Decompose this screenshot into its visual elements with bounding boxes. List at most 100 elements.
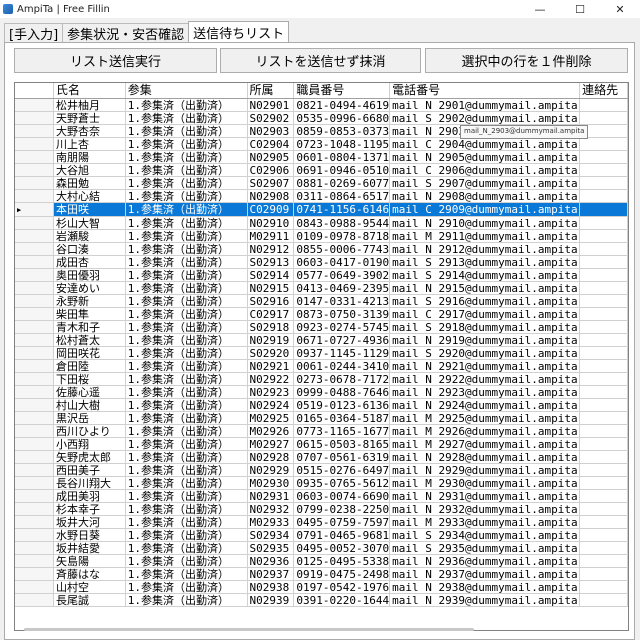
table-row[interactable]: 坂井大河 1.参集済（出勤済） M02933 0495-0759-7597 mail M… [15,515,628,529]
cell-attendance[interactable]: 1.参集済（出勤済） [125,346,248,360]
cell-department[interactable]: S02916 [247,294,295,308]
row-header[interactable] [15,216,54,230]
table-row[interactable]: 西田美子 1.参集済（出勤済） N02929 0515-0276-6497 mail N… [15,463,628,477]
cell-attendance[interactable]: 1.参集済（出勤済） [125,437,248,451]
row-header[interactable] [15,437,54,451]
cell-attendance[interactable]: 1.参集済（出勤済） [125,515,248,529]
cell-attendance[interactable]: 1.参集済（出勤済） [125,98,248,112]
cell-attendance[interactable]: 1.参集済（出勤済） [125,124,248,138]
cell-employee-id[interactable]: 0165-0364-5187 [293,411,391,425]
cell-department[interactable]: M02925 [247,411,295,425]
cell-contact[interactable] [579,98,628,112]
table-row[interactable]: 山村空 1.参集済（出勤済） N02938 0197-0542-1976 mail N … [15,580,628,594]
table-row[interactable]: 岡田咲花 1.参集済（出勤済） S02920 0937-1145-1129 mail S… [15,346,628,360]
table-row[interactable]: 大谷旭 1.参集済（出勤済） C02906 0691-0946-0510 mail C … [15,163,628,177]
cell-name[interactable]: 黒沢岳 [53,411,126,425]
cell-employee-id[interactable]: 0109-0978-8718 [293,229,391,243]
table-row[interactable]: 成田美羽 1.参集済（出勤済） N02931 0603-0074-6690 mail N… [15,489,628,503]
row-header[interactable] [15,98,54,112]
table-row[interactable]: 大村心結 1.参集済（出勤済） N02908 0311-0864-6517 mail N… [15,189,628,203]
cell-department[interactable]: S02913 [247,255,295,269]
cell-contact[interactable] [579,424,628,438]
cell-contact[interactable] [579,281,628,295]
cell-attendance[interactable]: 1.参集済（出勤済） [125,502,248,516]
cell-employee-id[interactable]: 0601-0804-1371 [293,150,391,164]
cell-department[interactable]: N02931 [247,489,295,503]
cell-employee-id[interactable]: 0495-0052-3070 [293,541,391,555]
cell-employee-id[interactable]: 0843-0988-9544 [293,216,391,230]
table-row[interactable]: 森田勉 1.参集済（出勤済） S02907 0881-0269-6077 mail S … [15,176,628,190]
row-header[interactable] [15,294,54,308]
cell-department[interactable]: C02909 [247,202,295,217]
cell-name[interactable]: 大谷旭 [53,163,126,177]
cell-phone[interactable]: mail S 2934@dummymail.ampita [389,528,581,542]
table-row[interactable]: 永野新 1.参集済（出勤済） S02916 0147-0331-4213 mail S … [15,294,628,308]
cell-phone[interactable]: mail M 2933@dummymail.ampita [389,515,581,529]
cell-name[interactable]: 岡田咲花 [53,346,126,360]
cell-department[interactable]: N02936 [247,554,295,568]
cell-name[interactable]: 西川ひより [53,424,126,438]
table-row[interactable]: 岩瀬駿 1.参集済（出勤済） M02911 0109-0978-8718 mail M … [15,229,628,243]
cell-attendance[interactable]: 1.参集済（出勤済） [125,150,248,164]
row-header[interactable] [15,346,54,360]
cell-attendance[interactable]: 1.参集済（出勤済） [125,593,248,607]
cell-employee-id[interactable]: 0691-0946-0510 [293,163,391,177]
cell-employee-id[interactable]: 0273-0678-7172 [293,372,391,386]
cell-contact[interactable] [579,450,628,464]
row-header[interactable]: ▶ [15,202,54,217]
cell-employee-id[interactable]: 0311-0864-6517 [293,189,391,203]
cell-employee-id[interactable]: 0873-0750-3139 [293,307,391,321]
cell-contact[interactable] [579,333,628,347]
cell-employee-id[interactable]: 0495-0759-7597 [293,515,391,529]
cell-contact[interactable] [579,163,628,177]
cell-phone[interactable]: mail N 2912@dummymail.ampita [389,242,581,256]
cell-contact[interactable] [579,502,628,516]
cell-phone[interactable]: mail M 2925@dummymail.ampita [389,411,581,425]
cell-contact[interactable] [579,554,628,568]
cell-phone[interactable]: mail N 2939@dummymail.ampita [389,593,581,607]
cell-department[interactable]: S02907 [247,176,295,190]
cell-phone[interactable]: mail N 2915@dummymail.ampita [389,281,581,295]
cell-department[interactable]: M02911 [247,229,295,243]
cell-contact[interactable] [579,150,628,164]
cell-name[interactable]: 岩瀬駿 [53,229,126,243]
table-row[interactable]: 黒沢岳 1.参集済（出勤済） M02925 0165-0364-5187 mail M … [15,411,628,425]
table-row[interactable]: 小西翔 1.参集済（出勤済） M02927 0615-0503-8165 mail M … [15,437,628,451]
cell-phone[interactable]: mail N 2924@dummymail.ampita [389,398,581,412]
row-header[interactable] [15,567,54,581]
cell-contact[interactable] [579,398,628,412]
cell-attendance[interactable]: 1.参集済（出勤済） [125,567,248,581]
row-header[interactable] [15,515,54,529]
cell-employee-id[interactable]: 0535-0996-6680 [293,111,391,125]
row-header[interactable] [15,411,54,425]
cell-phone[interactable]: mail N 2937@dummymail.ampita [389,567,581,581]
cell-name[interactable]: 永野新 [53,294,126,308]
row-header[interactable] [15,150,54,164]
cell-name[interactable]: 南朋陽 [53,150,126,164]
cell-employee-id[interactable]: 0937-1145-1129 [293,346,391,360]
row-header[interactable] [15,593,54,607]
row-header[interactable] [15,307,54,321]
delete-selected-row-button[interactable]: 選択中の行を１件削除 [425,48,628,73]
cell-attendance[interactable]: 1.参集済（出勤済） [125,385,248,399]
cell-phone[interactable]: mail S 2916@dummymail.ampita [389,294,581,308]
row-header[interactable] [15,502,54,516]
table-row[interactable]: 矢島陽 1.参集済（出勤済） N02936 0125-0495-5338 mail N … [15,554,628,568]
cell-contact[interactable] [579,111,628,125]
row-header[interactable] [15,281,54,295]
cell-attendance[interactable]: 1.参集済（出勤済） [125,554,248,568]
cell-employee-id[interactable]: 0391-0220-1644 [293,593,391,607]
cell-name[interactable]: 水野日葵 [53,528,126,542]
cell-department[interactable]: N02921 [247,359,295,373]
cell-contact[interactable] [579,137,628,151]
cell-attendance[interactable]: 1.参集済（出勤済） [125,398,248,412]
cell-department[interactable]: C02904 [247,137,295,151]
cell-name[interactable]: 小西翔 [53,437,126,451]
cell-attendance[interactable]: 1.参集済（出勤済） [125,255,248,269]
row-header[interactable] [15,242,54,256]
cell-attendance[interactable]: 1.参集済（出勤済） [125,372,248,386]
cell-department[interactable]: N02938 [247,580,295,594]
row-header[interactable] [15,229,54,243]
cell-employee-id[interactable]: 0791-0465-9681 [293,528,391,542]
cell-contact[interactable] [579,411,628,425]
